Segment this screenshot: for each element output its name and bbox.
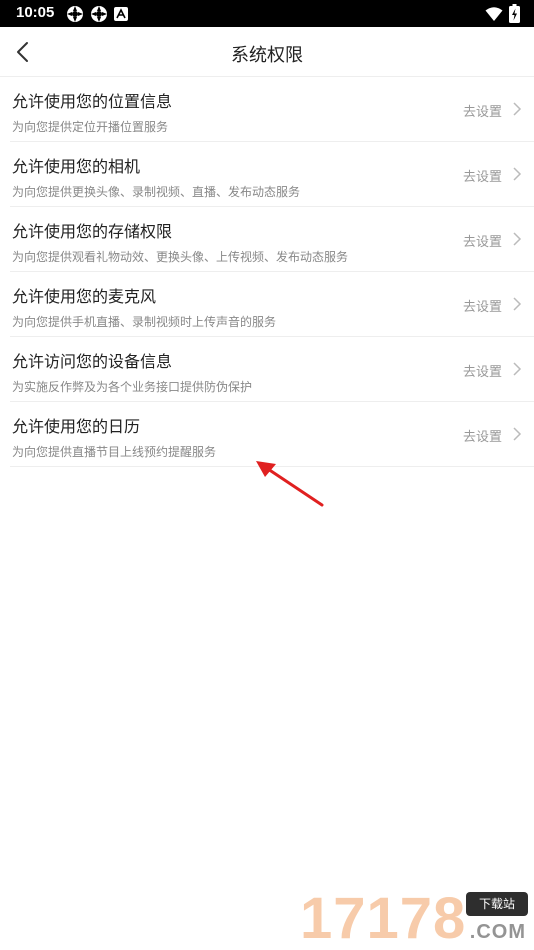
permission-title: 允许使用您的存储权限 [12,222,173,241]
permission-description: 为向您提供直播节目上线预约提醒服务 [12,445,217,459]
wifi-icon [485,6,503,21]
site-watermark: 17178 下载站 .COM [300,886,530,948]
permission-description: 为实施反作弊及为各个业务接口提供防伪保护 [12,380,253,394]
status-icons-right [485,4,520,23]
permission-row-storage[interactable]: 允许使用您的存储权限 为向您提供观看礼物动效、更换头像、上传视频、发布动态服务 … [10,207,534,272]
permission-title: 允许访问您的设备信息 [12,352,173,371]
chevron-right-icon [513,362,522,376]
permission-row-camera[interactable]: 允许使用您的相机 为向您提供更换头像、录制视频、直播、发布动态服务 去设置 [10,142,534,207]
watermark-suffix: .COM [469,921,526,943]
page-title: 系统权限 [231,45,303,66]
go-settings-link[interactable]: 去设置 [463,101,502,120]
permission-title: 允许使用您的麦克风 [12,287,157,306]
permission-description: 为向您提供更换头像、录制视频、直播、发布动态服务 [12,185,301,199]
go-settings-link[interactable]: 去设置 [463,231,502,250]
go-settings-link[interactable]: 去设置 [463,296,502,315]
permission-description: 为向您提供观看礼物动效、更换头像、上传视频、发布动态服务 [12,250,349,264]
permission-row-location[interactable]: 允许使用您的位置信息 为向您提供定位开播位置服务 去设置 [10,77,534,142]
chevron-right-icon [513,297,522,311]
permission-row-microphone[interactable]: 允许使用您的麦克风 为向您提供手机直播、录制视频时上传声音的服务 去设置 [10,272,534,337]
status-icons-left [66,5,128,23]
chevron-right-icon [513,232,522,246]
watermark-digits: 17178 [300,886,467,950]
permission-description: 为向您提供定位开播位置服务 [12,120,169,134]
annotation-arrow [256,461,324,507]
watermark-tag: 下载站 [466,892,528,916]
permission-list: 允许使用您的位置信息 为向您提供定位开播位置服务 去设置 允许使用您的相机 为向… [0,77,534,467]
permission-description: 为向您提供手机直播、录制视频时上传声音的服务 [12,315,277,329]
battery-icon [509,4,520,23]
chevron-right-icon [513,102,522,116]
permission-title: 允许使用您的相机 [12,157,141,176]
go-settings-link[interactable]: 去设置 [463,166,502,185]
permission-title: 允许使用您的日历 [12,417,141,436]
go-settings-link[interactable]: 去设置 [463,361,502,380]
go-settings-link[interactable]: 去设置 [463,426,502,445]
status-bar: 10:05 [0,0,534,27]
notification-icon [67,6,83,22]
chevron-right-icon [513,427,522,441]
app-icon [114,7,128,21]
permission-title: 允许使用您的位置信息 [12,92,173,111]
notification-icon [91,6,107,22]
nav-bar: 系统权限 [0,27,534,77]
status-time: 10:05 [16,4,55,21]
chevron-right-icon [513,167,522,181]
permission-row-device-info[interactable]: 允许访问您的设备信息 为实施反作弊及为各个业务接口提供防伪保护 去设置 [10,337,534,402]
